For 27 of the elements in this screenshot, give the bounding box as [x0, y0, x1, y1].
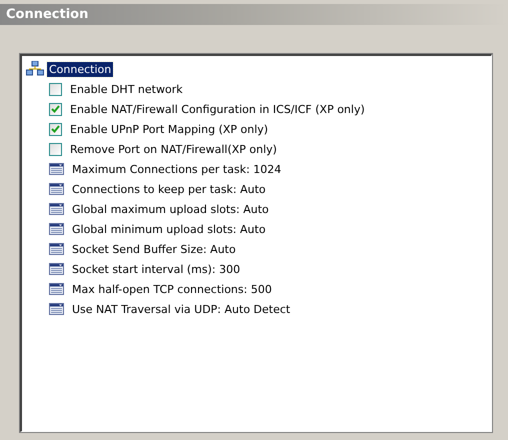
tree-root-item[interactable]: Connection — [47, 62, 114, 76]
option-label: Socket start interval (ms): 300 — [72, 262, 240, 276]
list-setting-icon — [49, 163, 64, 175]
list-setting-icon — [49, 243, 64, 255]
checkbox[interactable] — [49, 82, 62, 96]
option-label: Socket Send Buffer Size: Auto — [72, 242, 236, 256]
option-label: Connections to keep per task: Auto — [72, 182, 266, 196]
option-label: Remove Port on NAT/Firewall(XP only) — [70, 142, 277, 156]
list-setting-icon — [49, 303, 64, 315]
option-label: Use NAT Traversal via UDP: Auto Detect — [72, 302, 290, 316]
list-setting-icon — [49, 183, 64, 195]
checkbox[interactable] — [49, 102, 62, 116]
option-label: Global maximum upload slots: Auto — [72, 202, 269, 216]
checkbox[interactable] — [49, 142, 62, 156]
option-label: Enable DHT network — [70, 82, 183, 96]
list-setting-icon — [49, 263, 64, 275]
option-label: Global minimum upload slots: Auto — [72, 222, 266, 236]
list-setting-icon — [49, 223, 64, 235]
option-label: Max half-open TCP connections: 500 — [72, 282, 272, 296]
section-title: Connection — [5, 7, 88, 22]
option-label: Enable NAT/Firewall Configuration in ICS/ICF (XP only) — [70, 102, 365, 116]
checkbox[interactable] — [49, 122, 62, 136]
list-setting-icon — [49, 203, 64, 215]
list-setting-icon — [49, 283, 64, 295]
option-label: Enable UPnP Port Mapping (XP only) — [70, 122, 268, 136]
network-icon — [26, 61, 44, 77]
option-label: Maximum Connections per task: 1024 — [72, 162, 282, 176]
